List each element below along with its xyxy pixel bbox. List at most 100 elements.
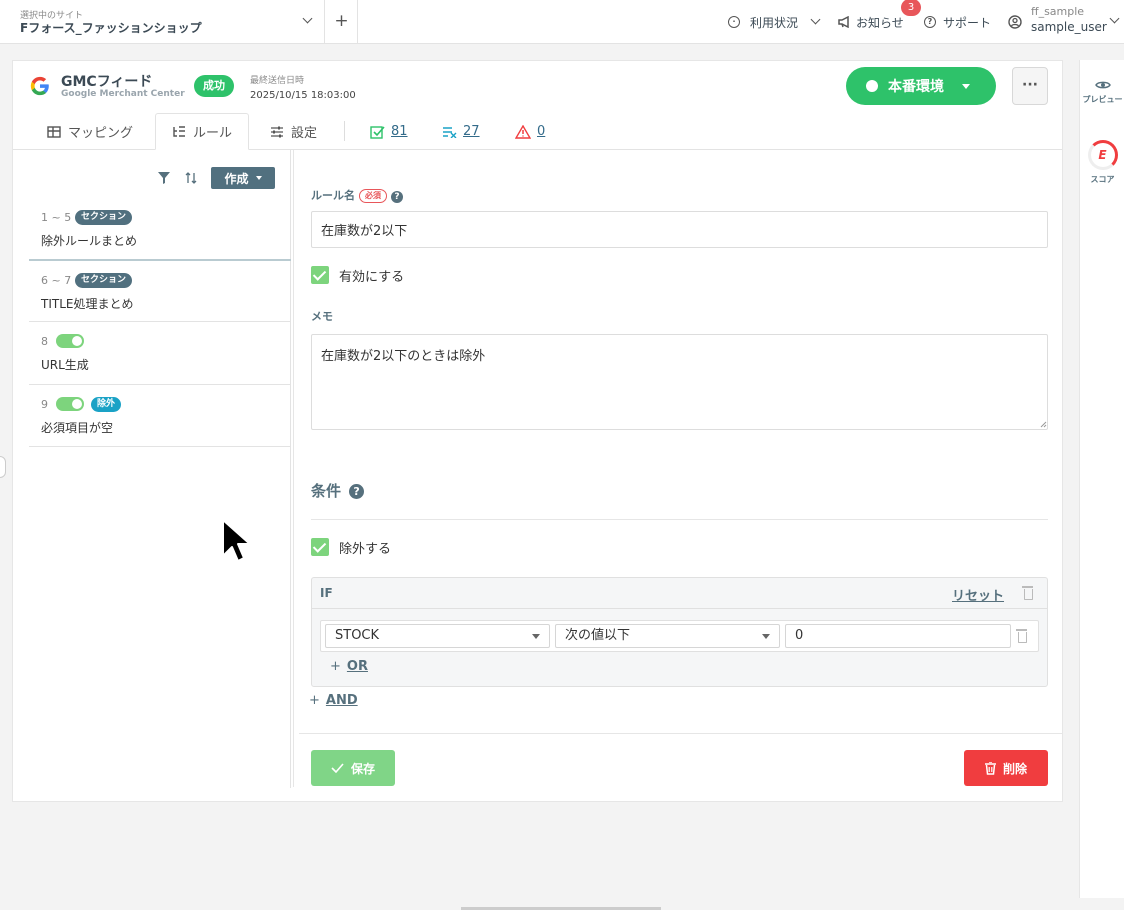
rule-editor: ルール名必須? 有効にする メモ 在庫数が2以下のときは除外 条件? 除外する … [299,150,1062,798]
right-rail: プレビュー E スコア [1079,60,1124,898]
user-account-id: ff_sample [1031,5,1085,18]
status-dot-icon [866,80,878,92]
sort-icon[interactable] [185,172,197,184]
memo-label: メモ [311,310,333,323]
rule-list-pane: 作成 1 ~ 5 セクション 除外ルールまとめ 6 ~ 7 セクション TITL… [13,150,291,788]
ok-count: 81 [391,124,408,139]
if-label: IF [320,586,333,600]
rule-list-item[interactable]: 6 ~ 7 セクション TITLE処理まとめ [29,261,291,322]
status-badge: 成功 [194,75,234,97]
excluded-count: 27 [463,124,480,139]
rule-number: 6 ~ 7 [41,274,72,287]
caret-down-icon [532,634,540,639]
operator-select[interactable]: 次の値以下 [555,624,780,648]
memo-textarea[interactable]: 在庫数が2以下のときは除外 [311,334,1048,430]
caret-down-icon [762,634,770,639]
feed-title: GMCフィード [61,74,153,90]
feed-subtitle: Google Merchant Center [61,89,185,99]
tab-bar: マッピング ルール 設定 81 27 0 [13,113,1062,150]
rule-name: 除外ルールまとめ [41,234,138,248]
usage-menu[interactable]: · 利用状況 [728,0,821,44]
chevron-down-icon [810,14,821,24]
rule-name-label: ルール名 必須? [311,187,403,203]
tab-mapping-label: マッピング [68,126,134,141]
exclude-label: 除外する [339,542,392,557]
table-icon [47,125,61,138]
save-label: 保存 [350,761,375,776]
value-input[interactable]: 0 [785,624,1011,648]
tab-divider [344,121,345,141]
tab-rules[interactable]: ルール [155,113,250,150]
megaphone-icon [838,16,849,28]
ok-count-link[interactable]: 81 [370,113,408,150]
tab-rules-label: ルール [193,126,233,141]
resize-handle-icon[interactable] [1040,421,1047,428]
score-label: スコア [1090,175,1115,184]
tab-mapping[interactable]: マッピング [47,113,133,150]
site-name: Fフォース_ファッションショップ [20,21,202,35]
enable-checkbox[interactable] [311,266,329,284]
score-ring: E [1087,140,1118,170]
support-label: サポート [943,15,992,30]
section-badge: セクション [75,273,133,288]
condition-row: STOCK 次の値以下 0 [320,620,1039,652]
enabled-toggle[interactable] [56,334,84,348]
create-label: 作成 [224,171,249,186]
divider [311,519,1048,520]
mouse-cursor-icon [222,519,249,562]
gauge-icon: · [728,16,740,28]
exclude-badge: 除外 [91,397,122,412]
environment-button[interactable]: 本番環境 [846,67,996,105]
help-icon[interactable]: ? [391,191,403,203]
operator-select-value: 次の値以下 [565,628,631,643]
usage-label: 利用状況 [750,15,799,30]
field-select[interactable]: STOCK [325,624,550,648]
enabled-toggle[interactable] [56,397,84,411]
filter-icon[interactable] [158,172,170,184]
news-menu[interactable]: お知らせ [838,0,904,44]
add-site-button[interactable]: + [326,0,358,44]
trash-icon[interactable] [1022,586,1033,600]
check-list-icon [370,125,385,139]
conditions-title: 条件 [311,482,342,500]
caret-down-icon [962,83,970,89]
rule-name: URL生成 [41,358,89,372]
site-selector[interactable]: 選択中のサイト Fフォース_ファッションショップ [0,0,325,44]
add-and-link[interactable]: + AND [309,693,358,708]
rule-list-toolbar: 作成 [13,150,291,198]
divider [299,733,1062,734]
rule-list-item[interactable]: 9 除外 必須項目が空 [29,385,291,447]
field-select-value: STOCK [335,628,380,643]
google-logo-icon [30,76,49,96]
rule-name-input[interactable] [311,211,1048,248]
last-sent-label: 最終送信日時 [250,76,305,86]
score-button[interactable]: E スコア [1080,140,1124,185]
sidebar-collapse-handle[interactable] [0,456,6,478]
excluded-count-link[interactable]: 27 [442,113,480,150]
add-or-link[interactable]: + OR [330,659,368,674]
delete-button[interactable]: 削除 [964,750,1048,786]
chevron-down-icon [302,13,313,24]
warning-count-link[interactable]: 0 [515,113,545,150]
user-name: sample_user [1031,20,1107,34]
tab-settings[interactable]: 設定 [270,113,317,150]
create-button[interactable]: 作成 [211,167,275,189]
support-menu[interactable]: ? サポート [924,0,991,44]
rule-list-item[interactable]: 8 URL生成 [29,322,291,385]
more-options-button[interactable]: ··· [1012,67,1048,105]
rule-number: 8 [41,335,48,348]
save-button[interactable]: 保存 [311,750,395,786]
delete-label: 削除 [1002,761,1027,776]
feed-card: GMCフィード Google Merchant Center 成功 最終送信日時… [12,60,1063,802]
check-icon [331,763,344,773]
preview-button[interactable]: プレビュー [1080,80,1124,105]
rule-number: 1 ~ 5 [41,211,72,224]
help-icon[interactable]: ? [349,484,365,499]
exclude-checkbox[interactable] [311,538,329,556]
environment-label: 本番環境 [888,79,944,95]
and-label: AND [325,693,358,708]
rule-list-item[interactable]: 1 ~ 5 セクション 除外ルールまとめ [29,198,291,261]
reset-link[interactable]: リセット [952,585,1004,604]
user-icon [1008,15,1022,29]
trash-icon[interactable] [1016,629,1027,643]
